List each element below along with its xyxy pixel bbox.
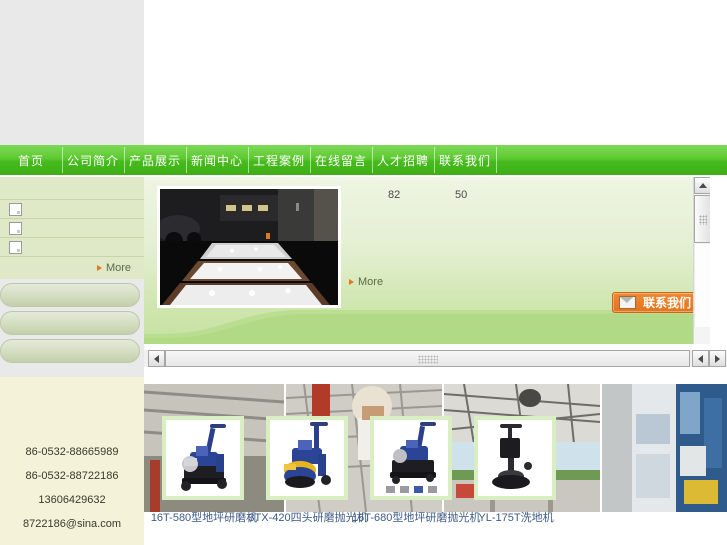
nav-item-cases[interactable]: 工程案例	[248, 145, 310, 175]
nav-item-news[interactable]: 新闻中心	[186, 145, 248, 175]
more-label: More	[358, 276, 384, 288]
content-area: 82 50 More 联系我们 16T-580型地坪研磨机 3TX-420四头研…	[144, 177, 727, 545]
contact-phone-1: 86-0532-88665989	[25, 446, 119, 458]
more-label: More	[105, 262, 131, 274]
showcase-vertical-scrollbar[interactable]	[693, 177, 710, 344]
sidebar-more-link[interactable]: More	[96, 262, 131, 274]
product-thumbnail	[478, 420, 552, 496]
nav-filler	[496, 145, 727, 175]
contact-us-button[interactable]: 联系我们	[611, 292, 701, 313]
stat-value-b: 50	[455, 189, 468, 201]
broken-image-icon	[9, 202, 22, 216]
contact-phone-2: 86-0532-88722186	[25, 470, 119, 482]
broken-image-icon	[9, 221, 22, 235]
showcase-horizontal-scrollbar[interactable]	[144, 350, 727, 367]
sidebar-news-panel: More	[0, 177, 144, 279]
chevron-left-icon	[154, 354, 159, 363]
product-label[interactable]: 3TX-420四头研磨抛光机	[248, 509, 368, 525]
nav-item-about[interactable]: 公司简介	[62, 145, 124, 175]
nav-item-home[interactable]: 首页	[0, 145, 62, 175]
product-cards: 16T-580型地坪研磨机 3TX-420四头研磨抛光机 16T-680型地坪研…	[144, 384, 727, 545]
sidebar-panel-header	[0, 177, 144, 200]
vertical-scroll-track[interactable]	[694, 244, 710, 327]
sidebar-spacer	[0, 367, 144, 377]
nav-label: 产品展示	[128, 153, 181, 168]
sidebar-list-item[interactable]	[0, 219, 144, 238]
nav-label: 工程案例	[252, 153, 305, 168]
nav-item-contact[interactable]: 联系我们	[434, 145, 496, 175]
sidebar-contact-block: 86-0532-88665989 86-0532-88722186 136064…	[0, 378, 144, 545]
triangle-bullet-icon	[96, 265, 102, 271]
product-card[interactable]	[474, 416, 556, 500]
product-strip: 16T-580型地坪研磨机 3TX-420四头研磨抛光机 16T-680型地坪研…	[144, 384, 727, 545]
envelope-icon	[618, 296, 636, 309]
sidebar-more-row: More	[0, 257, 144, 279]
nav-label: 新闻中心	[190, 153, 243, 168]
chevron-left-icon	[698, 354, 703, 363]
triangle-bullet-icon	[349, 279, 354, 285]
product-thumbnail	[166, 420, 240, 496]
nav-item-products[interactable]: 产品展示	[124, 145, 186, 175]
product-card[interactable]	[266, 416, 348, 500]
nav-label: 在线留言	[314, 153, 367, 168]
grip-icon	[417, 355, 438, 364]
sidebar-list-item[interactable]	[0, 200, 144, 219]
site-header	[0, 0, 727, 145]
scroll-up-button[interactable]	[694, 177, 710, 194]
scroll-right-button-2[interactable]	[709, 350, 726, 367]
product-card[interactable]	[370, 416, 452, 500]
product-label[interactable]: YL-175T洗地机	[456, 509, 576, 525]
logo-placeholder[interactable]	[0, 0, 144, 145]
showcase-panel: 82 50 More 联系我们	[144, 177, 710, 344]
stat-value-a: 82	[388, 189, 401, 201]
product-thumbnail	[374, 420, 448, 496]
grip-icon	[699, 215, 707, 225]
contact-mobile: 13606429632	[38, 494, 106, 506]
product-label[interactable]: 16T-680型地坪研磨抛光机	[352, 509, 480, 525]
contact-email[interactable]: 8722186@sina.com	[0, 512, 144, 536]
nav-label: 公司简介	[66, 153, 119, 168]
page-root: 首页 公司简介 产品展示 新闻中心 工程案例 在线留言 人才招聘 联系我们 Mo…	[0, 0, 727, 545]
showcase-more-link[interactable]: More	[349, 276, 383, 288]
scroll-right-button-1[interactable]	[692, 350, 709, 367]
chevron-right-icon	[715, 354, 720, 363]
product-card[interactable]	[162, 416, 244, 500]
chevron-up-icon	[698, 183, 707, 188]
nav-label: 人才招聘	[376, 153, 429, 168]
hero-image[interactable]	[157, 186, 341, 308]
horizontal-scroll-track[interactable]	[165, 350, 690, 367]
nav-item-jobs[interactable]: 人才招聘	[372, 145, 434, 175]
vertical-scroll-thumb[interactable]	[694, 195, 710, 243]
sidebar-list-item[interactable]	[0, 238, 144, 257]
product-label[interactable]: 16T-580型地坪研磨机	[144, 509, 264, 525]
product-thumbnail	[270, 420, 344, 496]
sidebar-button-2[interactable]	[0, 311, 140, 335]
sidebar-button-1[interactable]	[0, 283, 140, 307]
sidebar-button-3[interactable]	[0, 339, 140, 363]
scroll-left-button[interactable]	[148, 350, 165, 367]
contact-us-label: 联系我们	[642, 296, 691, 310]
broken-image-icon	[9, 240, 22, 254]
nav-item-message[interactable]: 在线留言	[310, 145, 372, 175]
nav-label: 首页	[17, 153, 44, 168]
main-navigation: 首页 公司简介 产品展示 新闻中心 工程案例 在线留言 人才招聘 联系我们	[0, 145, 727, 177]
sidebar-button-group	[0, 279, 144, 377]
banner-placeholder	[144, 0, 727, 145]
nav-label: 联系我们	[438, 153, 491, 168]
